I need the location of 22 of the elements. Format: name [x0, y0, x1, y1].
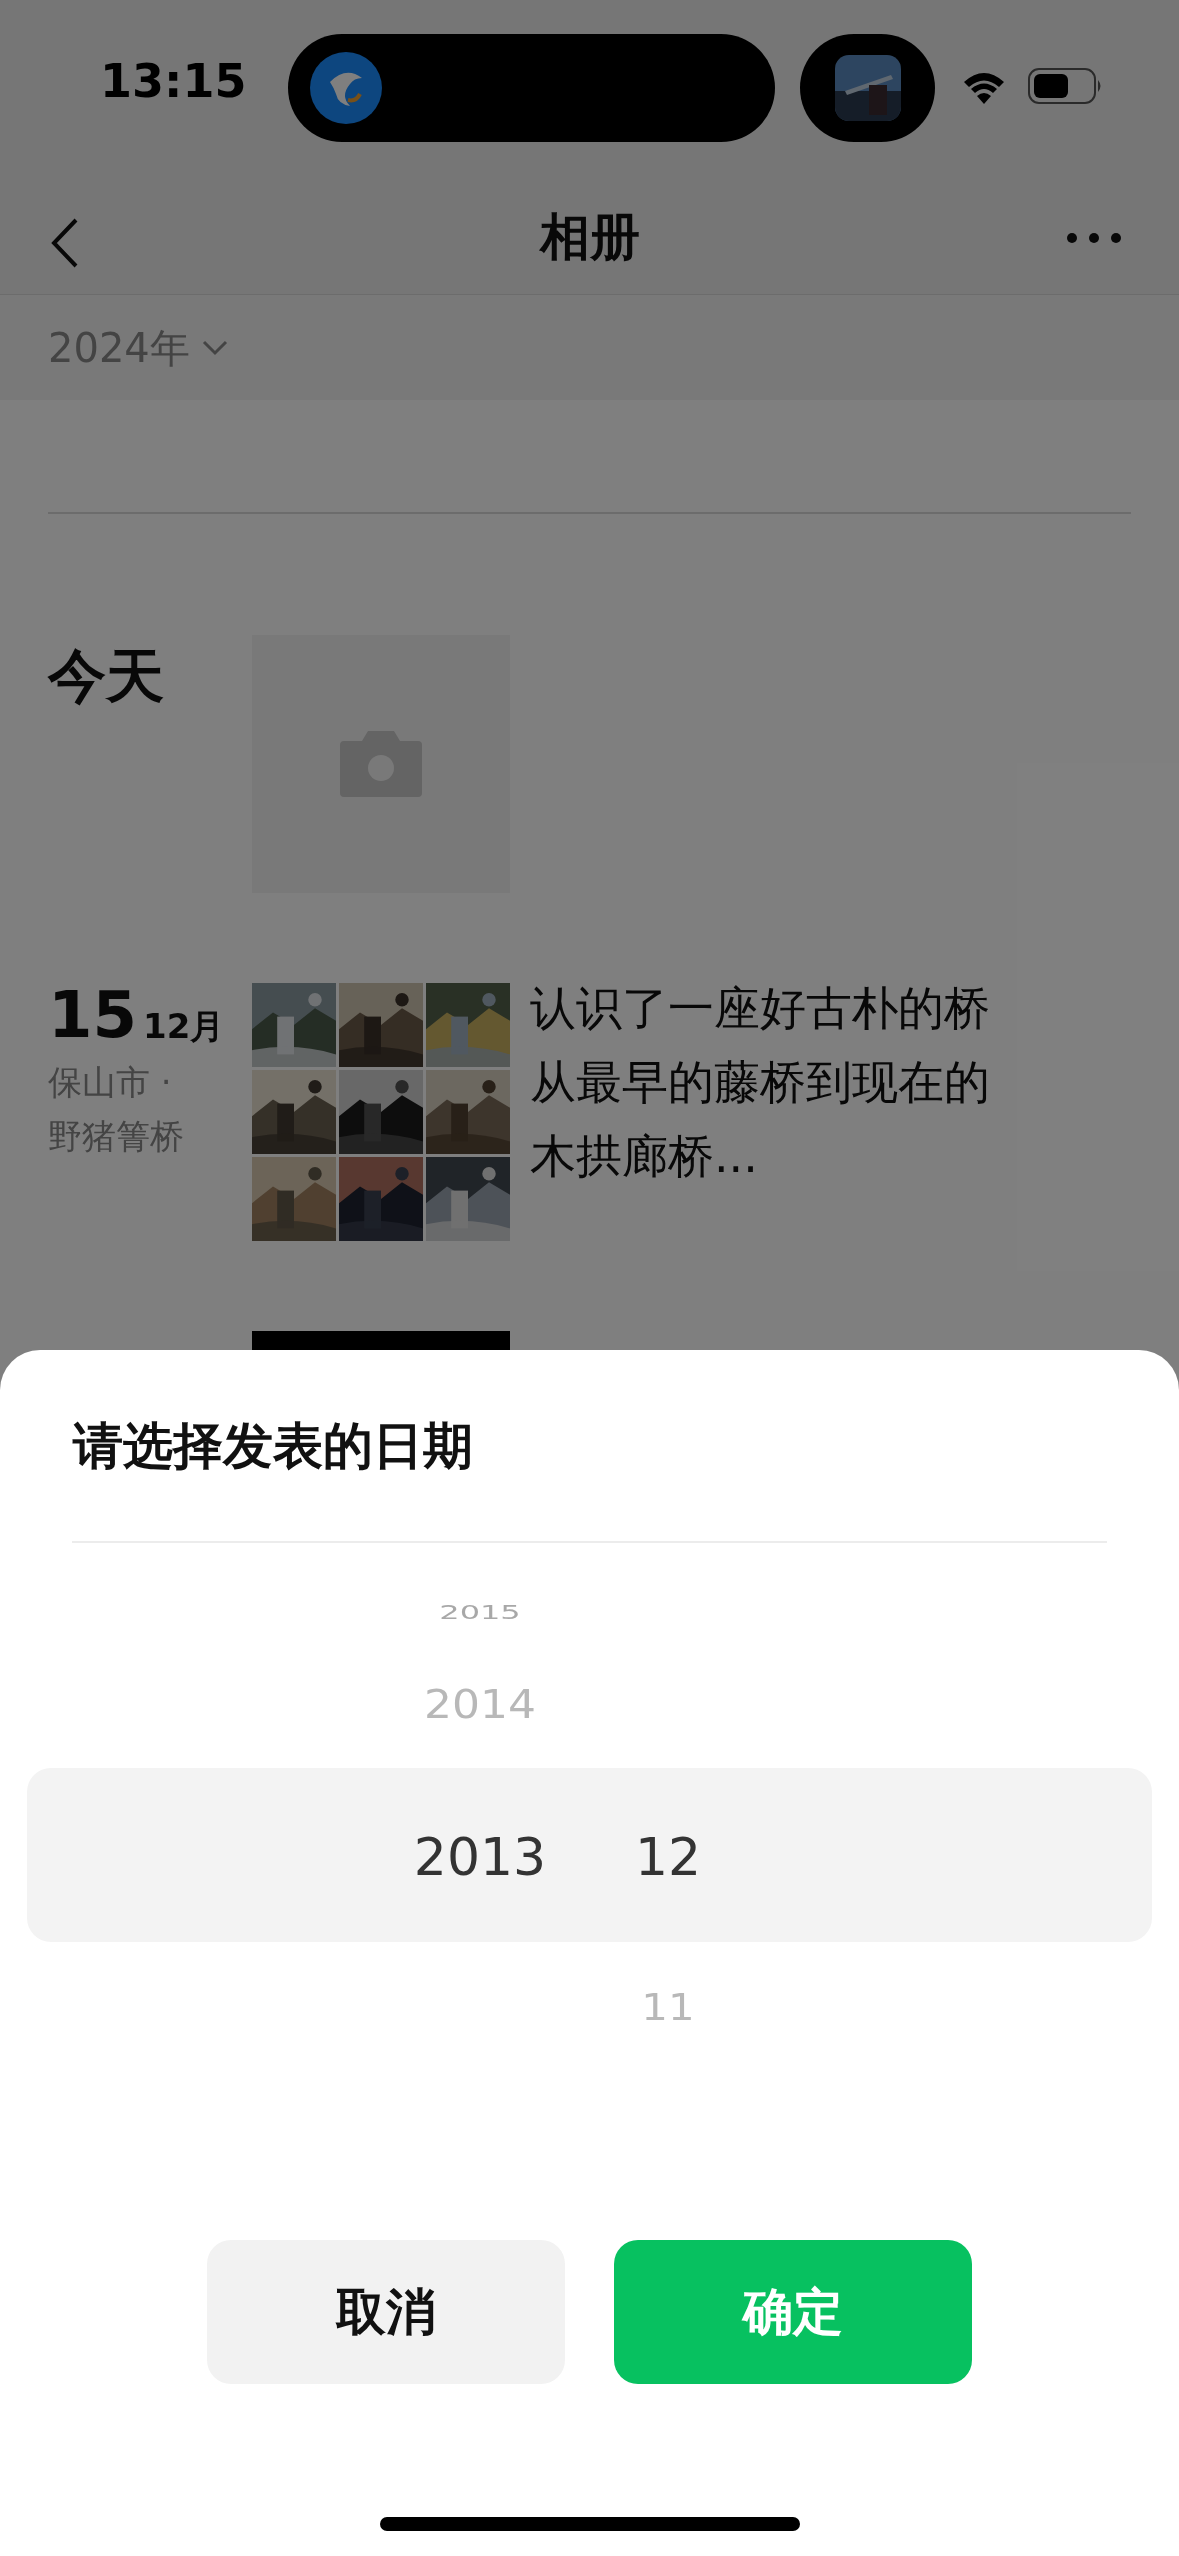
- post-text: 认识了一座好古朴的桥从最早的藤桥到现在的木拱廊桥...: [530, 980, 991, 1185]
- back-icon[interactable]: [50, 218, 80, 268]
- picker-option[interactable]: 11: [641, 1988, 695, 2026]
- picker-option[interactable]: 12: [634, 1831, 702, 1883]
- location-text: 保山市 ·: [48, 1061, 172, 1104]
- add-photo-tile[interactable]: [252, 635, 510, 893]
- chevron-down-icon: [201, 339, 228, 356]
- picker-option[interactable]: 2013: [413, 1831, 547, 1883]
- app-icon[interactable]: [834, 55, 901, 121]
- confirm-button[interactable]: 确定: [614, 2240, 972, 2384]
- picker-option[interactable]: 2015: [439, 1602, 521, 1622]
- cancel-button[interactable]: 取消: [207, 2240, 565, 2384]
- more-icon[interactable]: [1066, 232, 1122, 244]
- sheet-title: 请选择发表的日期: [71, 1416, 474, 1476]
- date-label: 今天: [48, 647, 164, 705]
- page-title: 相册: [539, 206, 640, 268]
- picker-option[interactable]: 2014: [424, 1685, 536, 1725]
- dolphin-app-icon[interactable]: [310, 52, 382, 124]
- month-label: 12月: [143, 1009, 225, 1043]
- location-text: 野猪箐桥: [48, 1115, 184, 1158]
- status-time: 13:15: [100, 58, 247, 104]
- day-number: 15: [48, 983, 138, 1047]
